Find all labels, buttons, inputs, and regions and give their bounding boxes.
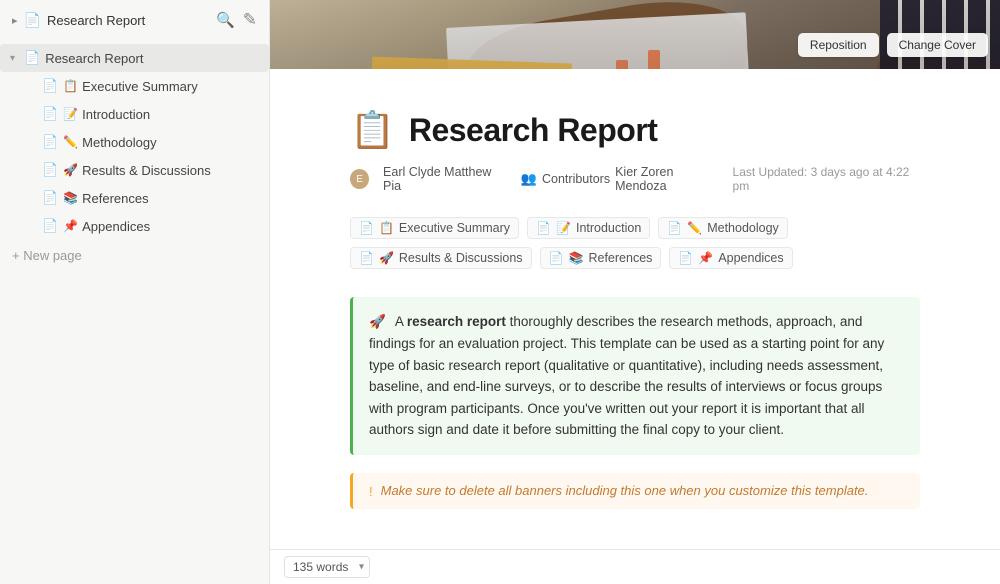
appendix-emoji: 📌 [63, 219, 78, 233]
method-emoji: ✏️ [63, 135, 78, 149]
new-page-label: + New page [12, 248, 82, 263]
sub-page-intro[interactable]: 📄 📝 Introduction [527, 217, 650, 239]
results-emoji: 🚀 [63, 163, 78, 177]
callout-rocket-icon: 🚀 [369, 314, 386, 329]
tree-label-method: Methodology [82, 135, 261, 150]
tree-icon-research-report: 📄 [24, 50, 40, 66]
callout-text-before: A [395, 314, 407, 329]
page-title: Research Report [409, 112, 658, 149]
callout-text-after: thoroughly describes the research method… [369, 314, 884, 437]
tree-label-research-report: Research Report [45, 51, 261, 66]
sidebar-header-actions: 🔍 ✎ [216, 10, 257, 30]
sub-page-refs[interactable]: 📄 📚 References [540, 247, 662, 269]
sidebar-item-introduction[interactable]: 📄 📝 Introduction [0, 100, 269, 128]
author-avatar: E [350, 169, 369, 189]
word-count-wrapper: 135 words [284, 556, 370, 578]
warning-icon: ! [369, 484, 373, 499]
sub-page-results[interactable]: 📄 🚀 Results & Discussions [350, 247, 532, 269]
main-content: Reposition Change Cover 📋 Research Repor… [270, 0, 1000, 584]
sub-page-label-refs: References [588, 251, 652, 265]
sub-page-icon-results: 📄 [359, 251, 374, 265]
tree-icon-refs: 📄 [42, 190, 58, 206]
sidebar-item-research-report[interactable]: ▾ 📄 Research Report [0, 44, 269, 72]
tree-label-exec: Executive Summary [82, 79, 261, 94]
sub-page-label-intro: Introduction [576, 221, 641, 235]
callout-green: 🚀 A research report thoroughly describes… [350, 297, 920, 455]
sub-pages-list: 📄 📋 Executive Summary 📄 📝 Introduction 📄… [350, 217, 920, 269]
tree-icon-intro: 📄 [42, 106, 58, 122]
sidebar-item-methodology[interactable]: 📄 ✏️ Methodology [0, 128, 269, 156]
sub-page-label-exec: Executive Summary [399, 221, 510, 235]
tree-label-intro: Introduction [82, 107, 261, 122]
tree-icon-method: 📄 [42, 134, 58, 150]
sidebar-workspace-title: Research Report [47, 13, 145, 28]
sidebar-tree: ▾ 📄 Research Report 📄 📋 Executive Summar… [0, 40, 269, 584]
sub-page-icon-appendix: 📄 [678, 251, 693, 265]
tree-label-results: Results & Discussions [82, 163, 261, 178]
cover-actions: Reposition Change Cover [798, 33, 988, 57]
sub-page-method[interactable]: 📄 ✏️ Methodology [658, 217, 787, 239]
page-emoji: 📋 [350, 109, 395, 151]
last-updated: Last Updated: 3 days ago at 4:22 pm [733, 165, 920, 193]
sub-page-label-results: Results & Discussions [399, 251, 523, 265]
refs-emoji: 📚 [63, 191, 78, 205]
contributors-section: 👥 Contributors Kier Zoren Mendoza [521, 165, 719, 193]
cover-image: Reposition Change Cover [270, 0, 1000, 69]
sidebar-item-appendices[interactable]: 📄 📌 Appendices [0, 212, 269, 240]
sub-page-icon-refs: 📄 [549, 251, 564, 265]
sub-page-label-appendix: Appendices [718, 251, 783, 265]
sub-page-emoji-exec: 📋 [379, 221, 394, 235]
sidebar-item-references[interactable]: 📄 📚 References [0, 184, 269, 212]
workspace-icon: 📄 [24, 12, 41, 29]
sub-page-icon-method: 📄 [667, 221, 682, 235]
tree-arrow-research-report: ▾ [10, 53, 24, 64]
intro-emoji: 📝 [63, 107, 78, 121]
sub-page-emoji-refs: 📚 [569, 251, 584, 265]
reposition-button[interactable]: Reposition [798, 33, 879, 57]
tree-icon-appendix: 📄 [42, 218, 58, 234]
sidebar-collapse-arrow[interactable]: ▸ [12, 14, 18, 27]
contributors-icon: 👥 [521, 171, 537, 187]
sidebar-header: ▸ 📄 Research Report 🔍 ✎ [0, 0, 269, 40]
sub-page-emoji-results: 🚀 [379, 251, 394, 265]
sub-page-emoji-intro: 📝 [556, 221, 571, 235]
new-page-button[interactable]: + New page [0, 244, 269, 267]
sub-page-icon-intro: 📄 [536, 221, 551, 235]
sidebar-item-results[interactable]: 📄 🚀 Results & Discussions [0, 156, 269, 184]
callout-orange: ! Make sure to delete all banners includ… [350, 473, 920, 509]
contributors-label: Contributors [542, 172, 610, 186]
sub-page-exec[interactable]: 📄 📋 Executive Summary [350, 217, 519, 239]
sidebar: ▸ 📄 Research Report 🔍 ✎ ▾ 📄 Research Rep… [0, 0, 270, 584]
change-cover-button[interactable]: Change Cover [887, 33, 988, 57]
sub-page-icon-exec: 📄 [359, 221, 374, 235]
sub-page-emoji-method: ✏️ [687, 221, 702, 235]
search-icon[interactable]: 🔍 [216, 11, 235, 29]
author-name[interactable]: Earl Clyde Matthew Pia [383, 165, 507, 193]
tree-icon-results: 📄 [42, 162, 58, 178]
tree-icon-exec: 📄 [42, 78, 58, 94]
page-title-row: 📋 Research Report [350, 109, 920, 151]
word-count-bar: 135 words [270, 549, 1000, 584]
page-meta: E Earl Clyde Matthew Pia 👥 Contributors … [350, 165, 920, 193]
tree-label-refs: References [82, 191, 261, 206]
sidebar-header-title-row: ▸ 📄 Research Report [12, 12, 145, 29]
page-body: 📋 Research Report E Earl Clyde Matthew P… [270, 69, 1000, 549]
contributors-name[interactable]: Kier Zoren Mendoza [615, 165, 718, 193]
word-count-select[interactable]: 135 words [284, 556, 370, 578]
sub-page-label-method: Methodology [707, 221, 779, 235]
new-page-icon[interactable]: ✎ [243, 10, 257, 30]
sidebar-item-executive-summary[interactable]: 📄 📋 Executive Summary [0, 72, 269, 100]
exec-emoji: 📋 [63, 79, 78, 93]
callout-orange-text: Make sure to delete all banners includin… [381, 483, 869, 498]
tree-label-appendix: Appendices [82, 219, 261, 234]
sub-page-appendix[interactable]: 📄 📌 Appendices [669, 247, 792, 269]
callout-bold-text: research report [407, 314, 506, 329]
sub-page-emoji-appendix: 📌 [698, 251, 713, 265]
